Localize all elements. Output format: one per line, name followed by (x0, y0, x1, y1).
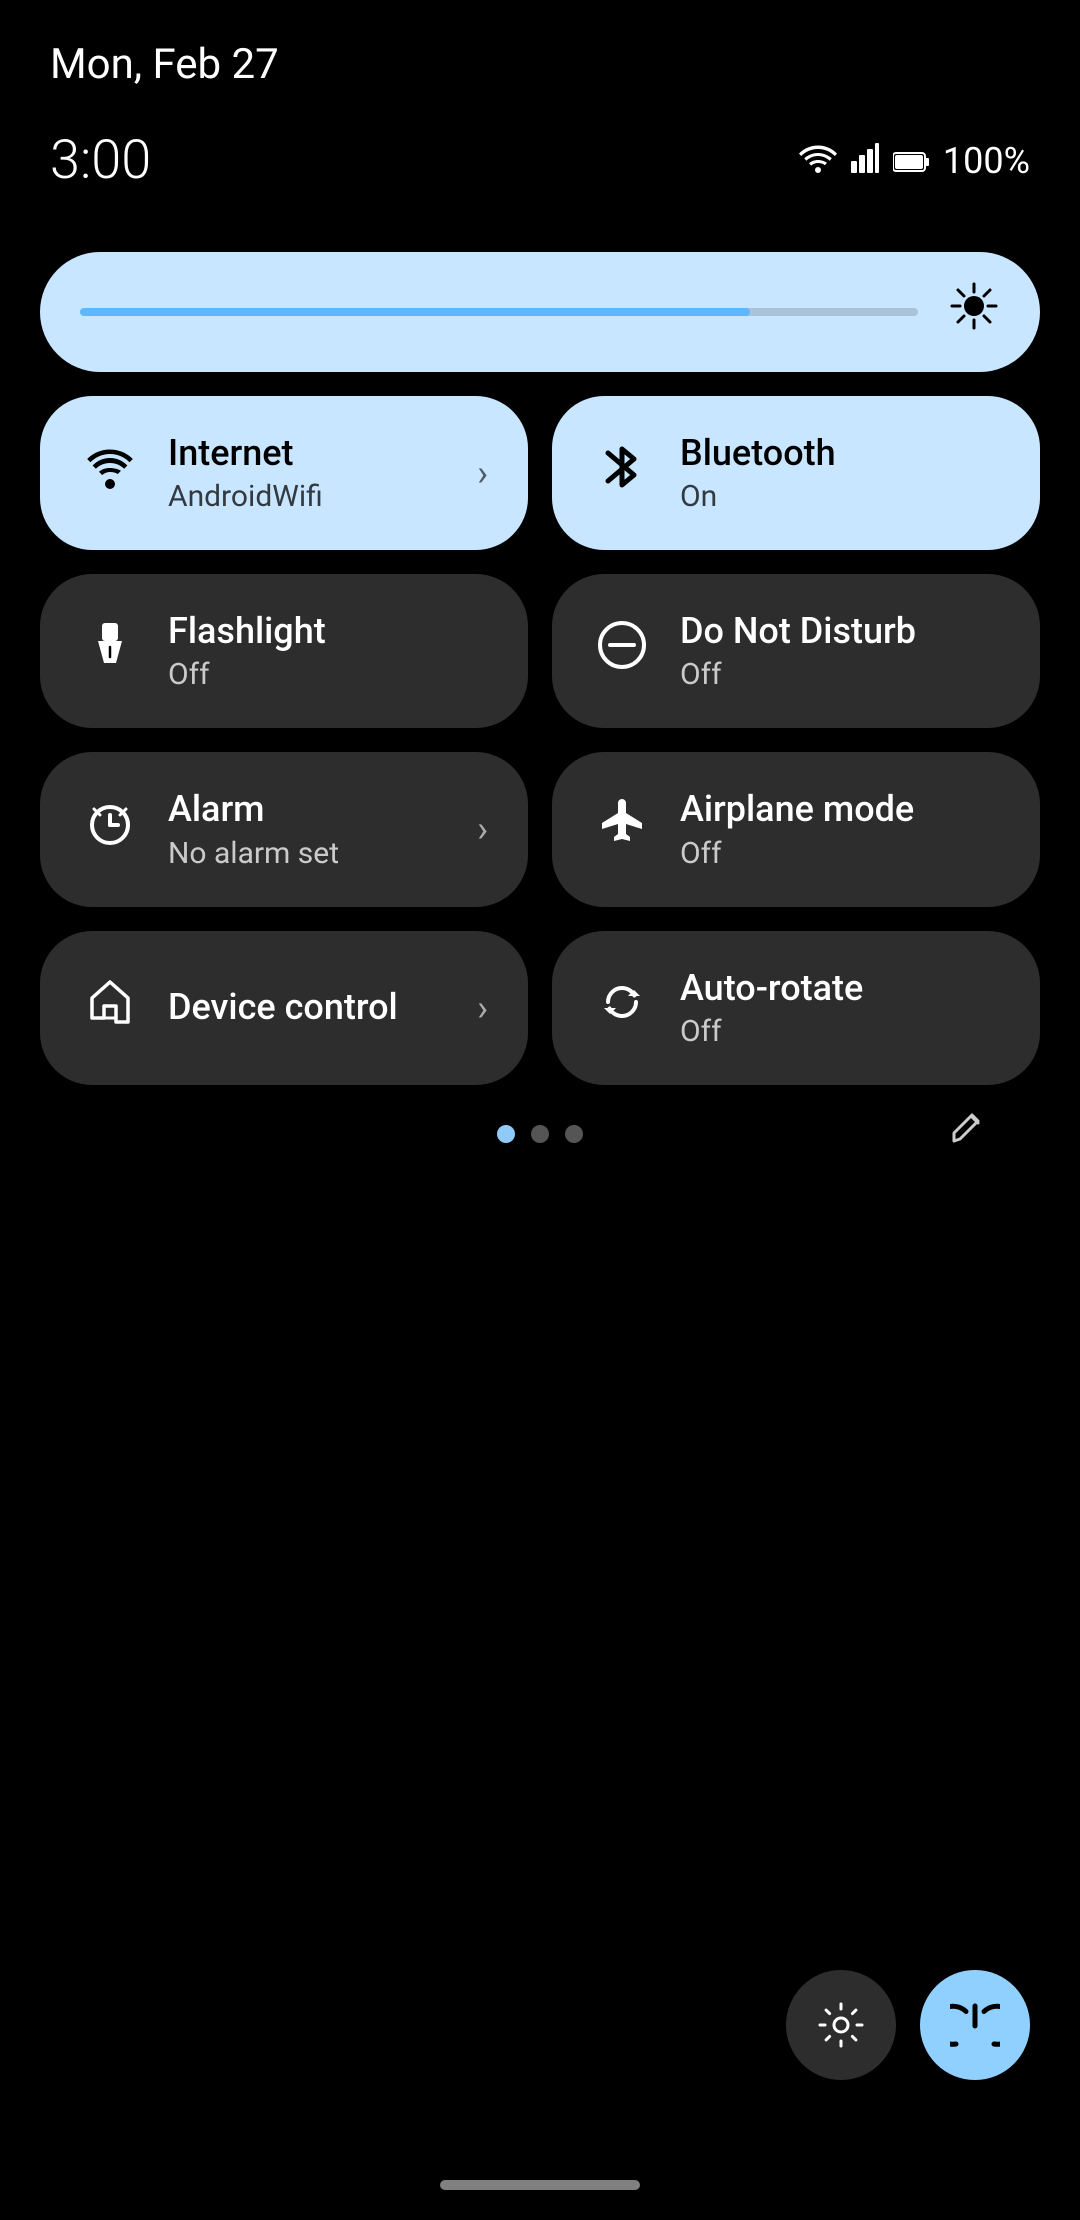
tile-grid: Internet AndroidWifi › Bluetooth On (40, 396, 1040, 1085)
quick-settings-panel: Internet AndroidWifi › Bluetooth On (0, 232, 1080, 1203)
flashlight-tile-icon (80, 619, 140, 683)
status-icons: 100% (799, 140, 1030, 182)
power-button[interactable] (920, 1970, 1030, 2080)
autorotate-tile-icon (592, 976, 652, 1040)
flashlight-tile-title: Flashlight (168, 610, 488, 653)
battery-icon (893, 140, 929, 182)
dnd-tile-title: Do Not Disturb (680, 610, 1000, 653)
tile-autorotate[interactable]: Auto-rotate Off (552, 931, 1040, 1085)
internet-tile-subtitle: AndroidWifi (168, 479, 449, 514)
home-indicator (440, 2180, 640, 2190)
edit-button[interactable] (946, 1107, 990, 1161)
settings-button[interactable] (786, 1970, 896, 2080)
status-time: 3:00 (50, 129, 151, 192)
tile-airplane[interactable]: Airplane mode Off (552, 752, 1040, 906)
internet-arrow-icon: › (477, 452, 488, 494)
tile-flashlight[interactable]: Flashlight Off (40, 574, 528, 728)
page-indicators (40, 1125, 1040, 1143)
bluetooth-tile-icon (592, 441, 652, 505)
bluetooth-tile-title: Bluetooth (680, 432, 1000, 475)
tile-device-control[interactable]: Device control › (40, 931, 528, 1085)
brightness-icon (948, 280, 1000, 344)
battery-text: 100% (943, 140, 1030, 182)
flashlight-tile-subtitle: Off (168, 657, 488, 692)
airplane-tile-title: Airplane mode (680, 788, 1000, 831)
tile-internet[interactable]: Internet AndroidWifi › (40, 396, 528, 550)
slider-fill (80, 308, 750, 316)
brightness-slider[interactable] (40, 252, 1040, 372)
dnd-tile-text: Do Not Disturb Off (680, 610, 1000, 692)
bluetooth-tile-text: Bluetooth On (680, 432, 1000, 514)
airplane-tile-subtitle: Off (680, 836, 1000, 871)
bluetooth-tile-subtitle: On (680, 479, 1000, 514)
time-row: 3:00 10 (0, 109, 1080, 232)
device-control-tile-title: Device control (168, 986, 449, 1029)
flashlight-tile-text: Flashlight Off (168, 610, 488, 692)
airplane-tile-text: Airplane mode Off (680, 788, 1000, 870)
internet-tile-title: Internet (168, 432, 449, 475)
dnd-tile-icon (592, 619, 652, 683)
tile-alarm[interactable]: Alarm No alarm set › (40, 752, 528, 906)
wifi-icon (799, 140, 837, 182)
alarm-tile-icon (80, 797, 140, 861)
slider-track (80, 308, 918, 316)
tile-dnd[interactable]: Do Not Disturb Off (552, 574, 1040, 728)
dnd-tile-subtitle: Off (680, 657, 1000, 692)
alarm-arrow-icon: › (477, 808, 488, 850)
signal-icon (851, 140, 879, 182)
alarm-tile-subtitle: No alarm set (168, 836, 449, 871)
wifi-tile-icon (80, 445, 140, 502)
device-control-tile-text: Device control (168, 986, 449, 1029)
device-control-arrow-icon: › (477, 987, 488, 1029)
page-dot-2 (531, 1125, 549, 1143)
autorotate-tile-title: Auto-rotate (680, 967, 1000, 1010)
status-bar: Mon, Feb 27 (0, 0, 1080, 109)
bottom-buttons (786, 1970, 1030, 2080)
alarm-tile-title: Alarm (168, 788, 449, 831)
page-dot-3 (565, 1125, 583, 1143)
autorotate-tile-text: Auto-rotate Off (680, 967, 1000, 1049)
status-date: Mon, Feb 27 (50, 40, 279, 89)
autorotate-tile-subtitle: Off (680, 1014, 1000, 1049)
airplane-tile-icon (592, 797, 652, 861)
internet-tile-text: Internet AndroidWifi (168, 432, 449, 514)
alarm-tile-text: Alarm No alarm set (168, 788, 449, 870)
tile-bluetooth[interactable]: Bluetooth On (552, 396, 1040, 550)
home-tile-icon (80, 976, 140, 1040)
page-dot-1 (497, 1125, 515, 1143)
